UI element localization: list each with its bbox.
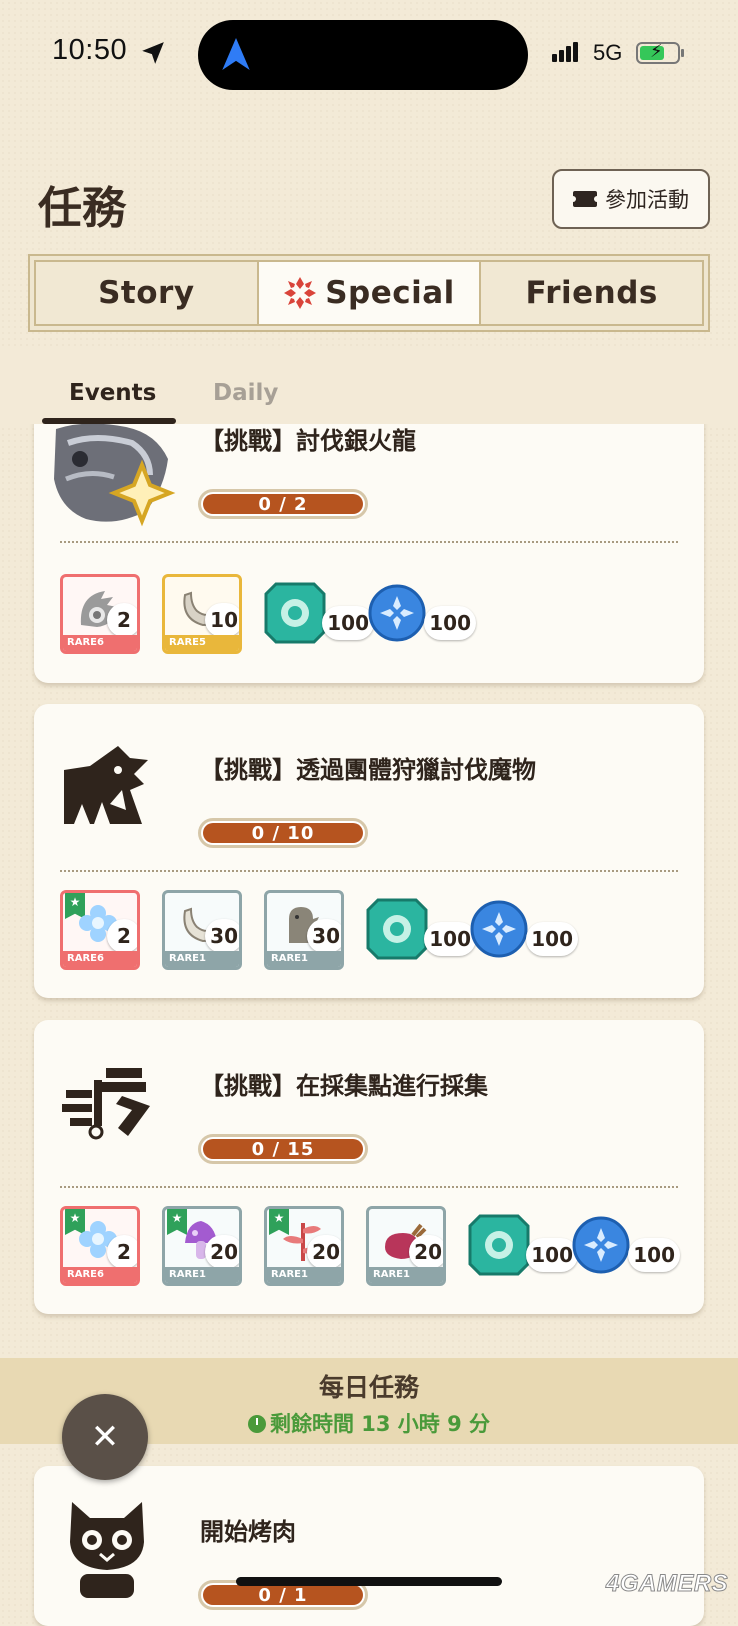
subtab-underline [42,418,176,424]
rarity-label: RARE6 [63,951,137,967]
reward-item[interactable]: ★ 2 RARE6 [60,1206,140,1286]
silver-rathalos-icon [54,423,176,527]
tab-friends-label: Friends [525,275,658,311]
blue-orb-icon [572,1216,630,1274]
gathering-icon [62,1068,150,1140]
card-divider [60,1186,678,1188]
reward-item[interactable]: 100 [570,1206,680,1286]
quest-card[interactable]: 【挑戰】討伐銀火龍 0 / 2 2 RARE6 10 RARE5 100 100 [34,405,704,683]
reward-item[interactable]: 100 [366,574,476,654]
quest-title: 開始烤肉 [200,1518,296,1546]
join-event-label: 參加活動 [605,188,689,212]
quest-card[interactable]: 【挑戰】透過團體狩獵討伐魔物 0 / 10 ★ 2 RARE6 30 RARE1… [34,704,704,998]
green-gem-icon [264,582,326,644]
rarity-label: RARE1 [165,951,239,967]
reward-count: 20 [409,1235,443,1269]
subtab-daily-label: Daily [213,380,279,406]
home-indicator[interactable] [236,1577,502,1586]
close-icon: ✕ [90,1417,120,1457]
reward-item[interactable]: 100 [468,1206,578,1286]
navigation-arrow-icon [222,38,250,70]
rarity-label: RARE1 [267,951,341,967]
reward-count: 2 [107,603,137,637]
reward-item[interactable]: 100 [264,574,374,654]
watermark: 4GAMERS [605,1570,729,1598]
quest-title: 【挑戰】討伐銀火龍 [200,427,416,455]
reward-item[interactable]: ★ 20 RARE1 [162,1206,242,1286]
quest-progress-text: 0 / 15 [251,1138,315,1160]
quest-progress-bar: 0 / 15 [198,1134,368,1164]
tab-special[interactable]: Special [258,260,482,326]
reward-item[interactable]: 30 RARE1 [162,890,242,970]
green-gem-icon [366,898,428,960]
reward-list: ★ 2 RARE6 ★ 20 RARE1 ★ 20 RARE1 20 RARE1… [60,1206,680,1286]
monster-hunt-icon [64,746,148,824]
blue-orb-icon [470,900,528,958]
join-event-button[interactable]: 參加活動 [552,169,710,229]
reward-item[interactable]: 2 RARE6 [60,574,140,654]
card-divider [60,541,678,543]
palico-icon [70,1502,144,1598]
rarity-label: RARE5 [165,635,239,651]
quest-progress-bar: 0 / 2 [198,489,368,519]
reward-count: 100 [628,1238,680,1272]
rarity-label: RARE1 [267,1267,341,1283]
tab-friends[interactable]: Friends [481,260,705,326]
tab-bar: Story Special Friends [34,260,705,326]
quest-progress-bar: 0 / 10 [198,818,368,848]
reward-count: 10 [205,603,239,637]
quest-title: 【挑戰】透過團體狩獵討伐魔物 [200,756,536,784]
reward-item[interactable]: 20 RARE1 [366,1206,446,1286]
ticket-icon [570,191,600,207]
reward-item[interactable]: 30 RARE1 [264,890,344,970]
quest-card[interactable]: 開始烤肉 0 / 1 [34,1466,704,1626]
battery-tip [681,49,684,57]
battery-icon: ⚡ [636,41,680,64]
tab-special-label: Special [325,275,455,311]
reward-count: 20 [205,1235,239,1269]
reward-count: 20 [307,1235,341,1269]
quest-card[interactable]: 【挑戰】在採集點進行採集 0 / 15 ★ 2 RARE6 ★ 20 RARE1… [34,1020,704,1314]
reward-count: 2 [107,1235,137,1269]
page-title: 任務 [38,183,126,234]
reward-item[interactable]: 10 RARE5 [162,574,242,654]
quest-progress-text: 0 / 10 [251,822,315,844]
quest-progress-text: 0 / 1 [258,1584,308,1606]
close-button[interactable]: ✕ [62,1394,148,1480]
reward-item[interactable]: 100 [468,890,578,970]
network-label: 5G [593,40,623,65]
green-gem-icon [468,1214,530,1276]
rarity-label: RARE6 [63,635,137,651]
subtab-events-label: Events [69,380,157,406]
rarity-label: RARE1 [369,1267,443,1283]
reward-count: 30 [307,919,341,953]
tab-story-label: Story [98,275,195,311]
quest-title: 【挑戰】在採集點進行採集 [200,1072,488,1100]
blue-orb-icon [368,584,426,642]
reward-item[interactable]: 100 [366,890,476,970]
reward-count: 100 [424,606,476,640]
tab-story[interactable]: Story [34,260,259,326]
signal-icon [552,42,580,62]
card-divider [60,870,678,872]
rarity-label: RARE6 [63,1267,137,1283]
reward-count: 2 [107,919,137,953]
reward-item[interactable]: ★ 2 RARE6 [60,890,140,970]
reward-count: 30 [205,919,239,953]
reward-list: ★ 2 RARE6 30 RARE1 30 RARE1 100 100 [60,890,578,970]
daily-time-text: 剩餘時間 13 小時 9 分 [269,1412,491,1436]
status-time: 10:50 [52,34,128,66]
special-emblem-icon [284,277,317,309]
reward-item[interactable]: ★ 20 RARE1 [264,1206,344,1286]
rarity-label: RARE1 [165,1267,239,1283]
reward-list: 2 RARE6 10 RARE5 100 100 [60,574,476,654]
location-arrow-icon [142,42,164,64]
clock-icon [247,1415,266,1433]
quest-progress-text: 0 / 2 [258,493,308,515]
reward-count: 100 [526,922,578,956]
